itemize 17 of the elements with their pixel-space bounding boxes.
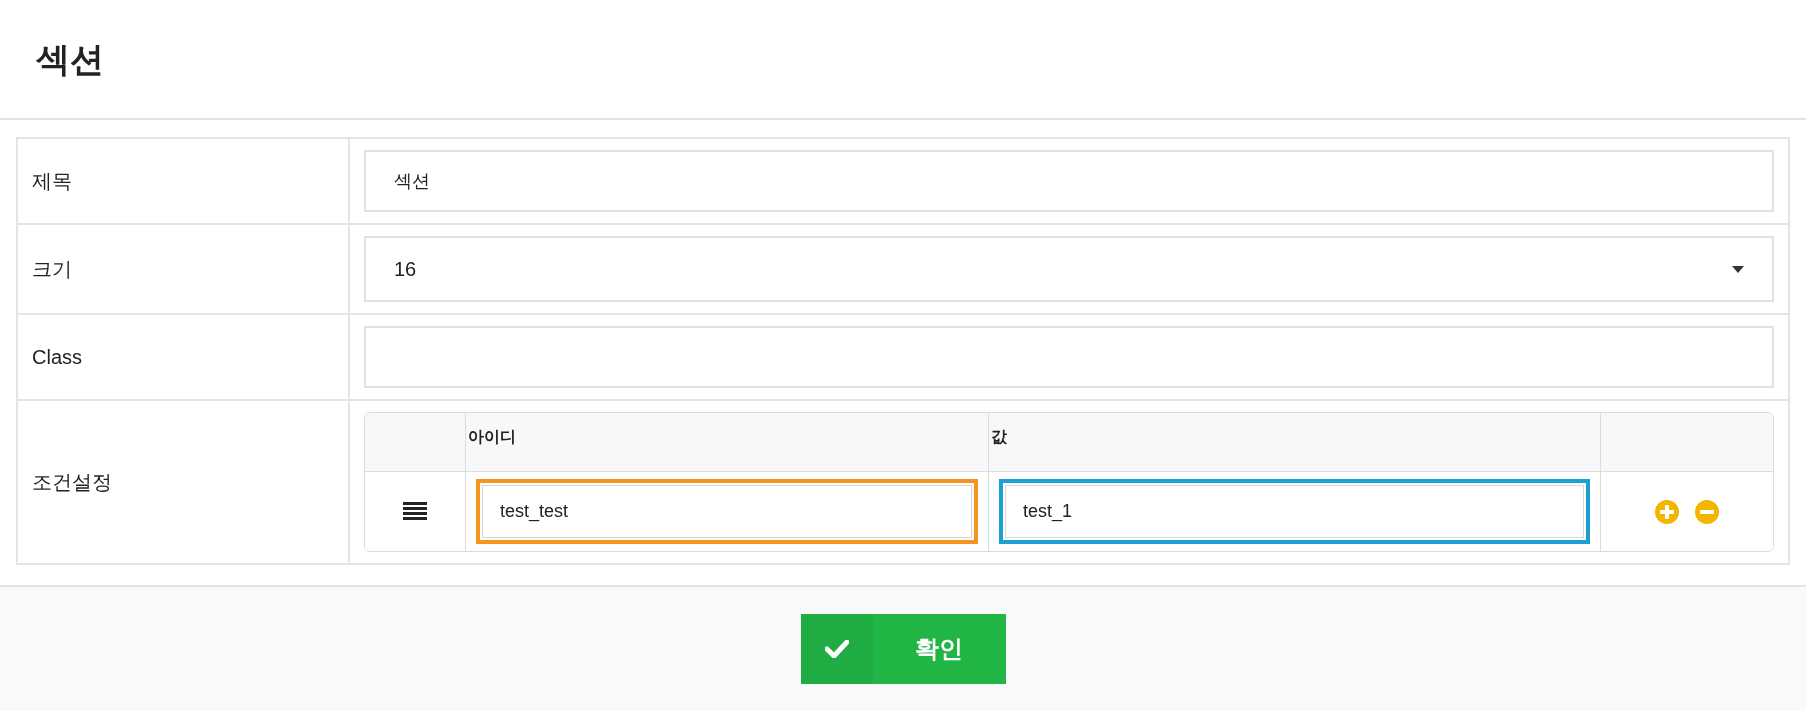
check-icon	[824, 640, 849, 658]
field-label: 제목	[32, 169, 72, 194]
text-field[interactable]	[364, 326, 1774, 388]
column-header: 값	[991, 428, 1007, 445]
caret-icon	[1732, 265, 1744, 273]
drag-handle-icon[interactable]	[403, 502, 427, 521]
plus-circle-icon[interactable]	[1655, 499, 1679, 524]
text-field[interactable]: 섹션	[364, 150, 1774, 212]
column-header: 아이디	[468, 428, 516, 445]
minus-circle-icon[interactable]	[1695, 499, 1719, 524]
dialog-title: 섹션	[36, 38, 104, 80]
text-field[interactable]: test_1	[999, 479, 1590, 544]
field-label: 조건설정	[32, 470, 112, 495]
select-field[interactable]: 16	[364, 236, 1774, 302]
field-label: Class	[32, 345, 82, 370]
field-label: 크기	[32, 257, 72, 282]
text-field[interactable]: test_test	[476, 479, 978, 544]
